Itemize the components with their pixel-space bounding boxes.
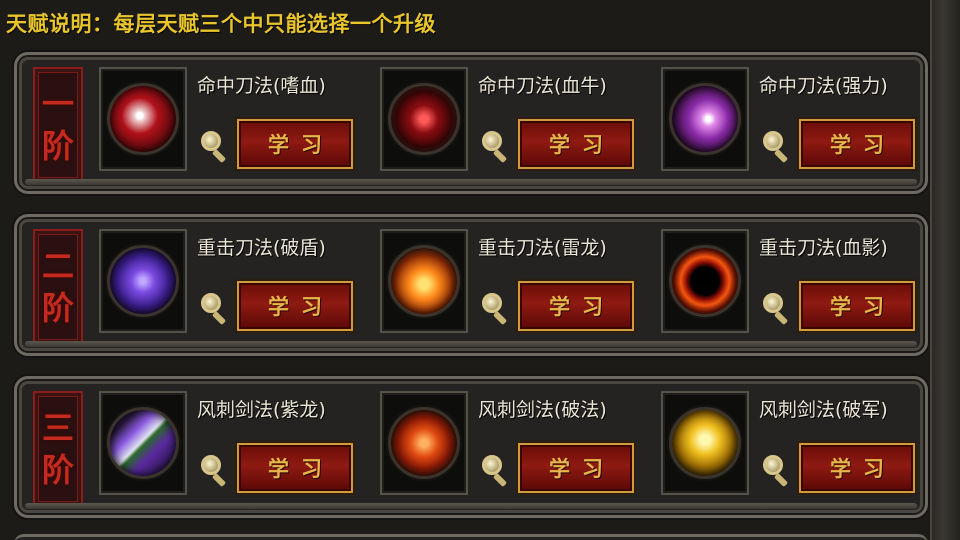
- flame-sword-icon: [388, 407, 460, 479]
- talent-name: 重击刀法(雷龙): [478, 237, 607, 259]
- talent-slot: 重击刀法(血影) 学习: [661, 229, 931, 347]
- learn-button[interactable]: 学习: [237, 119, 353, 169]
- talent-icon-slot[interactable]: [661, 229, 749, 333]
- tier-badge-char: 三: [41, 409, 74, 447]
- magnify-icon[interactable]: [199, 291, 229, 326]
- tier-badge-char: 一: [41, 85, 74, 123]
- blood-rune-icon: [388, 83, 460, 155]
- lightning-shield-icon: [107, 245, 179, 317]
- talent-slot: 风刺剑法(破军) 学习: [661, 391, 931, 509]
- magnify-icon[interactable]: [761, 291, 791, 326]
- window-frame-right: [930, 0, 960, 540]
- talent-name: 风刺剑法(紫龙): [197, 399, 326, 421]
- blood-ring-icon: [669, 245, 741, 317]
- learn-button[interactable]: 学习: [799, 281, 915, 331]
- magnify-icon[interactable]: [761, 453, 791, 488]
- talent-slot: 重击刀法(破盾) 学习: [99, 229, 369, 347]
- learn-button[interactable]: 学习: [518, 443, 634, 493]
- learn-button[interactable]: 学习: [799, 119, 915, 169]
- tier-badge-char: 二: [41, 247, 74, 285]
- talent-icon-slot[interactable]: [99, 67, 187, 171]
- tier-badge-3: 三 阶: [33, 391, 83, 507]
- talent-name: 命中刀法(强力): [759, 75, 888, 97]
- learn-button[interactable]: 学习: [237, 443, 353, 493]
- magnify-icon[interactable]: [761, 129, 791, 164]
- talent-slot: 命中刀法(血牛) 学习: [380, 67, 650, 185]
- talent-name: 命中刀法(血牛): [478, 75, 607, 97]
- talent-icon-slot[interactable]: [99, 391, 187, 495]
- magnify-icon[interactable]: [199, 129, 229, 164]
- talent-icon-slot[interactable]: [661, 67, 749, 171]
- talent-name: 命中刀法(嗜血): [197, 75, 326, 97]
- tier-badge-2: 二 阶: [33, 229, 83, 345]
- blood-claw-icon: [107, 83, 179, 155]
- learn-button[interactable]: 学习: [237, 281, 353, 331]
- talent-name: 风刺剑法(破军): [759, 399, 888, 421]
- tier-badge-char: 阶: [41, 451, 74, 489]
- tier-badge-char: 阶: [41, 289, 74, 327]
- learn-button[interactable]: 学习: [518, 119, 634, 169]
- tier-panel-3: 三 阶 风刺剑法(紫龙) 学习 风刺剑法(破法) 学习 风刺剑法(破军) 学习: [14, 376, 928, 518]
- fire-dragon-icon: [388, 245, 460, 317]
- talent-icon-slot[interactable]: [661, 391, 749, 495]
- talent-description: 天赋说明：每层天赋三个中只能选择一个升级: [6, 12, 436, 36]
- golden-sword-icon: [669, 407, 741, 479]
- tier-badge-char: 阶: [41, 127, 74, 165]
- magnify-icon[interactable]: [480, 291, 510, 326]
- learn-button[interactable]: 学习: [799, 443, 915, 493]
- purple-blade-icon: [107, 407, 179, 479]
- talent-icon-slot[interactable]: [380, 229, 468, 333]
- magnify-icon[interactable]: [199, 453, 229, 488]
- talent-name: 重击刀法(破盾): [197, 237, 326, 259]
- magnify-icon[interactable]: [480, 453, 510, 488]
- talent-slot: 风刺剑法(破法) 学习: [380, 391, 650, 509]
- next-tier-panel-edge: [14, 534, 928, 540]
- talent-name: 风刺剑法(破法): [478, 399, 607, 421]
- talent-icon-slot[interactable]: [380, 391, 468, 495]
- magnify-icon[interactable]: [480, 129, 510, 164]
- tier-panel-2: 二 阶 重击刀法(破盾) 学习 重击刀法(雷龙) 学习 重击刀法(血影) 学习: [14, 214, 928, 356]
- talent-slot: 风刺剑法(紫龙) 学习: [99, 391, 369, 509]
- talent-slot: 命中刀法(强力) 学习: [661, 67, 931, 185]
- tier-panel-1: 一 阶 命中刀法(嗜血) 学习 命中刀法(血牛) 学习 命中刀法(强力) 学习: [14, 52, 928, 194]
- talent-slot: 命中刀法(嗜血) 学习: [99, 67, 369, 185]
- talent-icon-slot[interactable]: [99, 229, 187, 333]
- tier-badge-1: 一 阶: [33, 67, 83, 183]
- learn-button[interactable]: 学习: [518, 281, 634, 331]
- talent-name: 重击刀法(血影): [759, 237, 888, 259]
- talent-icon-slot[interactable]: [380, 67, 468, 171]
- purple-slash-icon: [669, 83, 741, 155]
- talent-slot: 重击刀法(雷龙) 学习: [380, 229, 650, 347]
